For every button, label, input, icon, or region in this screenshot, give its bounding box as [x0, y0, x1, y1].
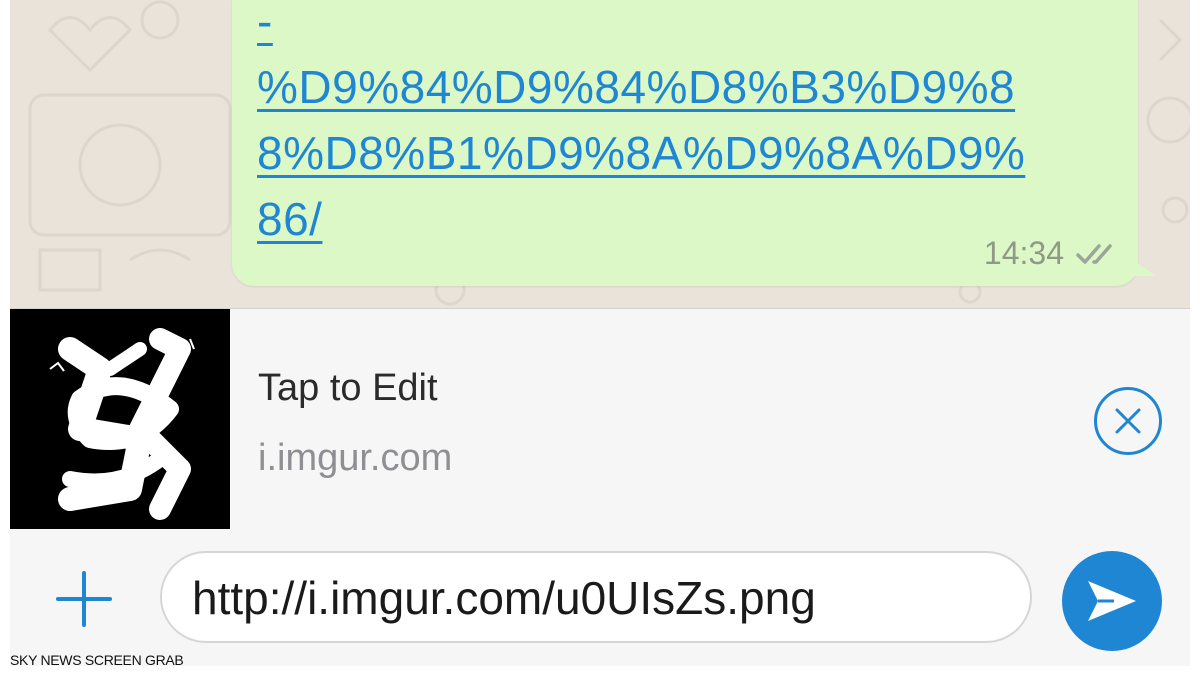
link-preview[interactable]: Tap to Edit i.imgur.com [10, 308, 1190, 530]
message-input-text[interactable]: http://i.imgur.com/u0UIsZs.png [192, 571, 816, 625]
message-time: 14:34 [983, 235, 1064, 271]
link-line[interactable]: %D9%84%D9%84%D8%B3%D9%8 [257, 54, 1117, 120]
composer-bar: http://i.imgur.com/u0UIsZs.png [10, 529, 1190, 666]
message-input[interactable]: http://i.imgur.com/u0UIsZs.png [160, 551, 1032, 643]
scribble-thumbnail [49, 328, 195, 520]
whatsapp-screen: - %D9%84%D9%84%D8%B3%D9%8 8%D8%B1%D9%8A%… [10, 0, 1190, 666]
bubble-tail [1130, 258, 1156, 276]
message-bubble[interactable]: - %D9%84%D9%84%D8%B3%D9%8 8%D8%B1%D9%8A%… [232, 0, 1156, 286]
message-meta: 14:34 [984, 235, 1120, 272]
send-button[interactable] [1062, 551, 1162, 651]
chat-area: - %D9%84%D9%84%D8%B3%D9%8 8%D8%B1%D9%8A%… [10, 0, 1190, 308]
source-caption: SKY NEWS SCREEN GRAB [10, 652, 184, 668]
link-line[interactable]: - [257, 0, 1117, 54]
close-circle-icon [1115, 408, 1141, 434]
double-check-icon [1076, 243, 1112, 264]
send-icon [1088, 581, 1136, 621]
link-preview-thumbnail [10, 309, 230, 529]
link-line[interactable]: 8%D8%B1%D9%8A%D9%8A%D9% [257, 120, 1117, 186]
message-link[interactable]: - %D9%84%D9%84%D8%B3%D9%8 8%D8%B1%D9%8A%… [257, 0, 1117, 252]
link-preview-domain: i.imgur.com [258, 437, 453, 479]
link-preview-title[interactable]: Tap to Edit [258, 367, 438, 410]
close-preview-button[interactable] [1094, 387, 1162, 455]
plus-icon[interactable] [54, 569, 114, 629]
